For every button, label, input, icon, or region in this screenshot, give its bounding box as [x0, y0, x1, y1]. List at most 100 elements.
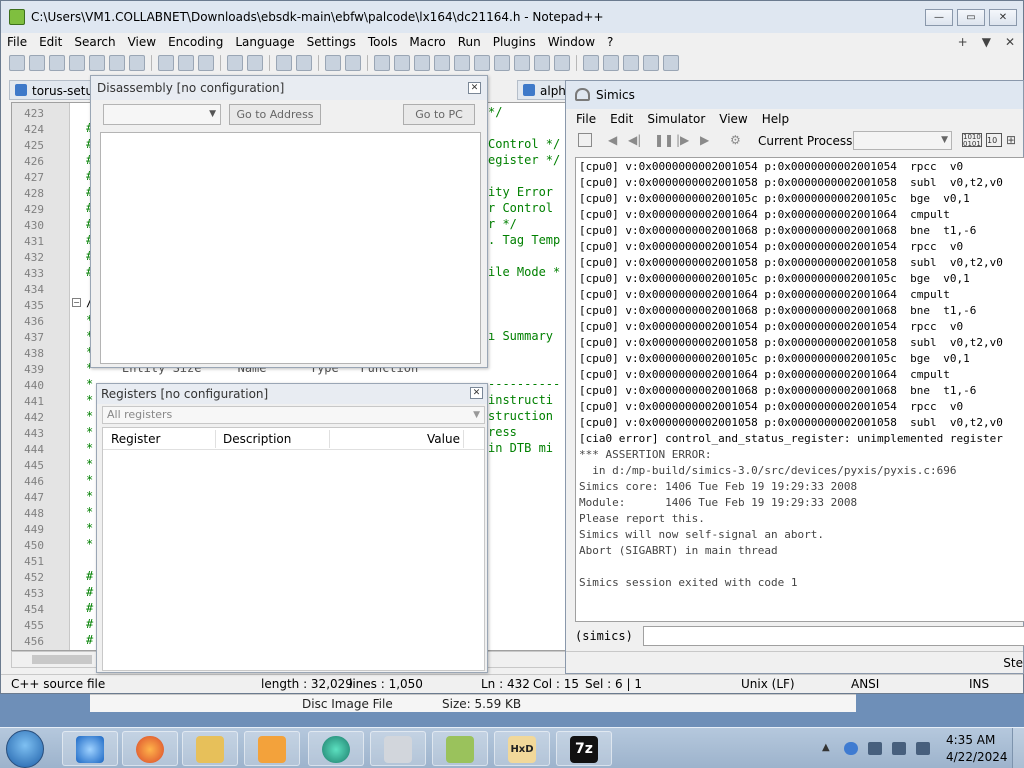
new-tab-button[interactable]: + [958, 35, 968, 49]
volume-icon[interactable] [916, 742, 930, 755]
memory-view-icon[interactable]: ⊞ [1006, 133, 1022, 147]
language-bar-icon[interactable] [844, 742, 858, 755]
disassembly-title-bar[interactable]: Disassembly [no configuration] ✕ [91, 76, 487, 100]
current-processor-combo[interactable]: ▼ [853, 131, 952, 150]
column-value[interactable]: Value [427, 432, 460, 446]
function-list-icon[interactable] [514, 55, 530, 71]
pause-icon[interactable]: ❚❚ [654, 133, 674, 147]
open-file-icon[interactable] [29, 55, 45, 71]
cut-icon[interactable] [158, 55, 174, 71]
reverse-step-icon[interactable]: ◀| [628, 133, 644, 147]
taskbar-simics[interactable] [370, 731, 426, 766]
go-to-address-button[interactable]: Go to Address [229, 104, 321, 125]
close-all-icon[interactable] [109, 55, 125, 71]
copy-icon[interactable] [178, 55, 194, 71]
disassembly-listing[interactable] [100, 132, 481, 364]
simics-menu-help[interactable]: Help [762, 112, 789, 126]
address-combo[interactable]: ▼ [103, 104, 221, 125]
notepad-title-bar[interactable]: C:\Users\VM1.COLLABNET\Downloads\ebsdk-m… [1, 1, 1023, 33]
menu-macro[interactable]: Macro [403, 35, 451, 49]
save-macro-icon[interactable] [663, 55, 679, 71]
document-map-icon[interactable] [494, 55, 510, 71]
simics-menu-file[interactable]: File [576, 112, 596, 126]
minimize-button[interactable]: — [925, 9, 953, 26]
go-to-pc-button[interactable]: Go to PC [403, 104, 475, 125]
folder-as-workspace-icon[interactable] [534, 55, 550, 71]
zoom-out-icon[interactable] [345, 55, 361, 71]
sync-vertical-icon[interactable] [374, 55, 390, 71]
language-icon[interactable] [474, 55, 490, 71]
find-icon[interactable] [276, 55, 292, 71]
column-divider[interactable] [329, 430, 330, 448]
register-view-icon[interactable]: 10 [986, 133, 1002, 147]
menu-file[interactable]: File [1, 35, 33, 49]
close-document-button[interactable]: ✕ [1005, 35, 1015, 49]
gear-icon[interactable]: ⚙ [730, 133, 746, 147]
simics-console-output[interactable]: [cpu0] v:0x0000000002001054 p:0x00000000… [575, 157, 1024, 622]
zoom-in-icon[interactable] [325, 55, 341, 71]
stop-recording-icon[interactable] [603, 55, 619, 71]
simics-menu-view[interactable]: View [719, 112, 747, 126]
monitoring-icon[interactable] [554, 55, 570, 71]
menu-window[interactable]: Window [542, 35, 601, 49]
column-register[interactable]: Register [111, 432, 160, 446]
reverse-icon[interactable]: ◀ [608, 133, 624, 147]
taskbar-internet-explorer[interactable] [62, 731, 118, 766]
taskbar-hxd[interactable]: HxD [494, 731, 550, 766]
show-desktop-button[interactable] [1012, 728, 1024, 768]
column-description[interactable]: Description [223, 432, 291, 446]
simics-menu-edit[interactable]: Edit [610, 112, 633, 126]
taskbar-7zip[interactable]: 7z [556, 731, 612, 766]
show-hidden-icons-icon[interactable]: ▲ [822, 742, 836, 755]
show-all-characters-icon[interactable] [434, 55, 450, 71]
column-divider[interactable] [215, 430, 216, 448]
redo-icon[interactable] [247, 55, 263, 71]
new-file-icon[interactable] [9, 55, 25, 71]
paste-icon[interactable] [198, 55, 214, 71]
action-center-flag-icon[interactable] [868, 742, 882, 755]
clock-time[interactable]: 4:35 AM [946, 733, 995, 747]
close-button[interactable]: ✕ [989, 9, 1017, 26]
binary-view-icon[interactable]: 1010 0101 [962, 133, 982, 148]
scrollbar-thumb[interactable] [32, 655, 92, 664]
fold-collapse-icon[interactable]: − [72, 298, 81, 307]
register-filter-combo[interactable]: All registers ▼ [102, 406, 485, 424]
replace-icon[interactable] [296, 55, 312, 71]
close-icon[interactable]: ✕ [468, 82, 481, 94]
taskbar-media-player[interactable] [244, 731, 300, 766]
menu-help[interactable]: ? [601, 35, 619, 49]
print-icon[interactable] [129, 55, 145, 71]
run-macro-multiple-icon[interactable] [643, 55, 659, 71]
undo-icon[interactable] [227, 55, 243, 71]
menu-view[interactable]: View [122, 35, 162, 49]
word-wrap-icon[interactable] [414, 55, 430, 71]
simics-command-input[interactable] [643, 626, 1024, 646]
menu-encoding[interactable]: Encoding [162, 35, 229, 49]
start-button[interactable] [6, 730, 44, 768]
menu-search[interactable]: Search [68, 35, 121, 49]
taskbar-notepad-plus-plus[interactable] [432, 731, 488, 766]
run-icon[interactable]: ▶ [700, 133, 716, 147]
menu-settings[interactable]: Settings [301, 35, 362, 49]
network-icon[interactable] [892, 742, 906, 755]
registers-title-bar[interactable]: Registers [no configuration] ✕ [97, 384, 487, 404]
step-icon[interactable]: |▶ [676, 133, 692, 147]
close-icon[interactable]: ✕ [470, 387, 483, 399]
close-file-icon[interactable] [89, 55, 105, 71]
restore-button[interactable]: ▭ [957, 9, 985, 26]
new-session-icon[interactable] [578, 133, 592, 147]
save-all-icon[interactable] [69, 55, 85, 71]
menu-run[interactable]: Run [452, 35, 487, 49]
taskbar-firefox[interactable] [122, 731, 178, 766]
record-macro-icon[interactable] [583, 55, 599, 71]
sync-horizontal-icon[interactable] [394, 55, 410, 71]
playback-macro-icon[interactable] [623, 55, 639, 71]
tab-list-button[interactable]: ▼ [982, 35, 991, 49]
menu-tools[interactable]: Tools [362, 35, 404, 49]
indent-guide-icon[interactable] [454, 55, 470, 71]
registers-table[interactable]: Register Description Value [102, 427, 485, 671]
simics-title-bar[interactable]: Simics [566, 81, 1023, 109]
menu-edit[interactable]: Edit [33, 35, 68, 49]
menu-language[interactable]: Language [229, 35, 300, 49]
column-divider[interactable] [463, 430, 464, 448]
